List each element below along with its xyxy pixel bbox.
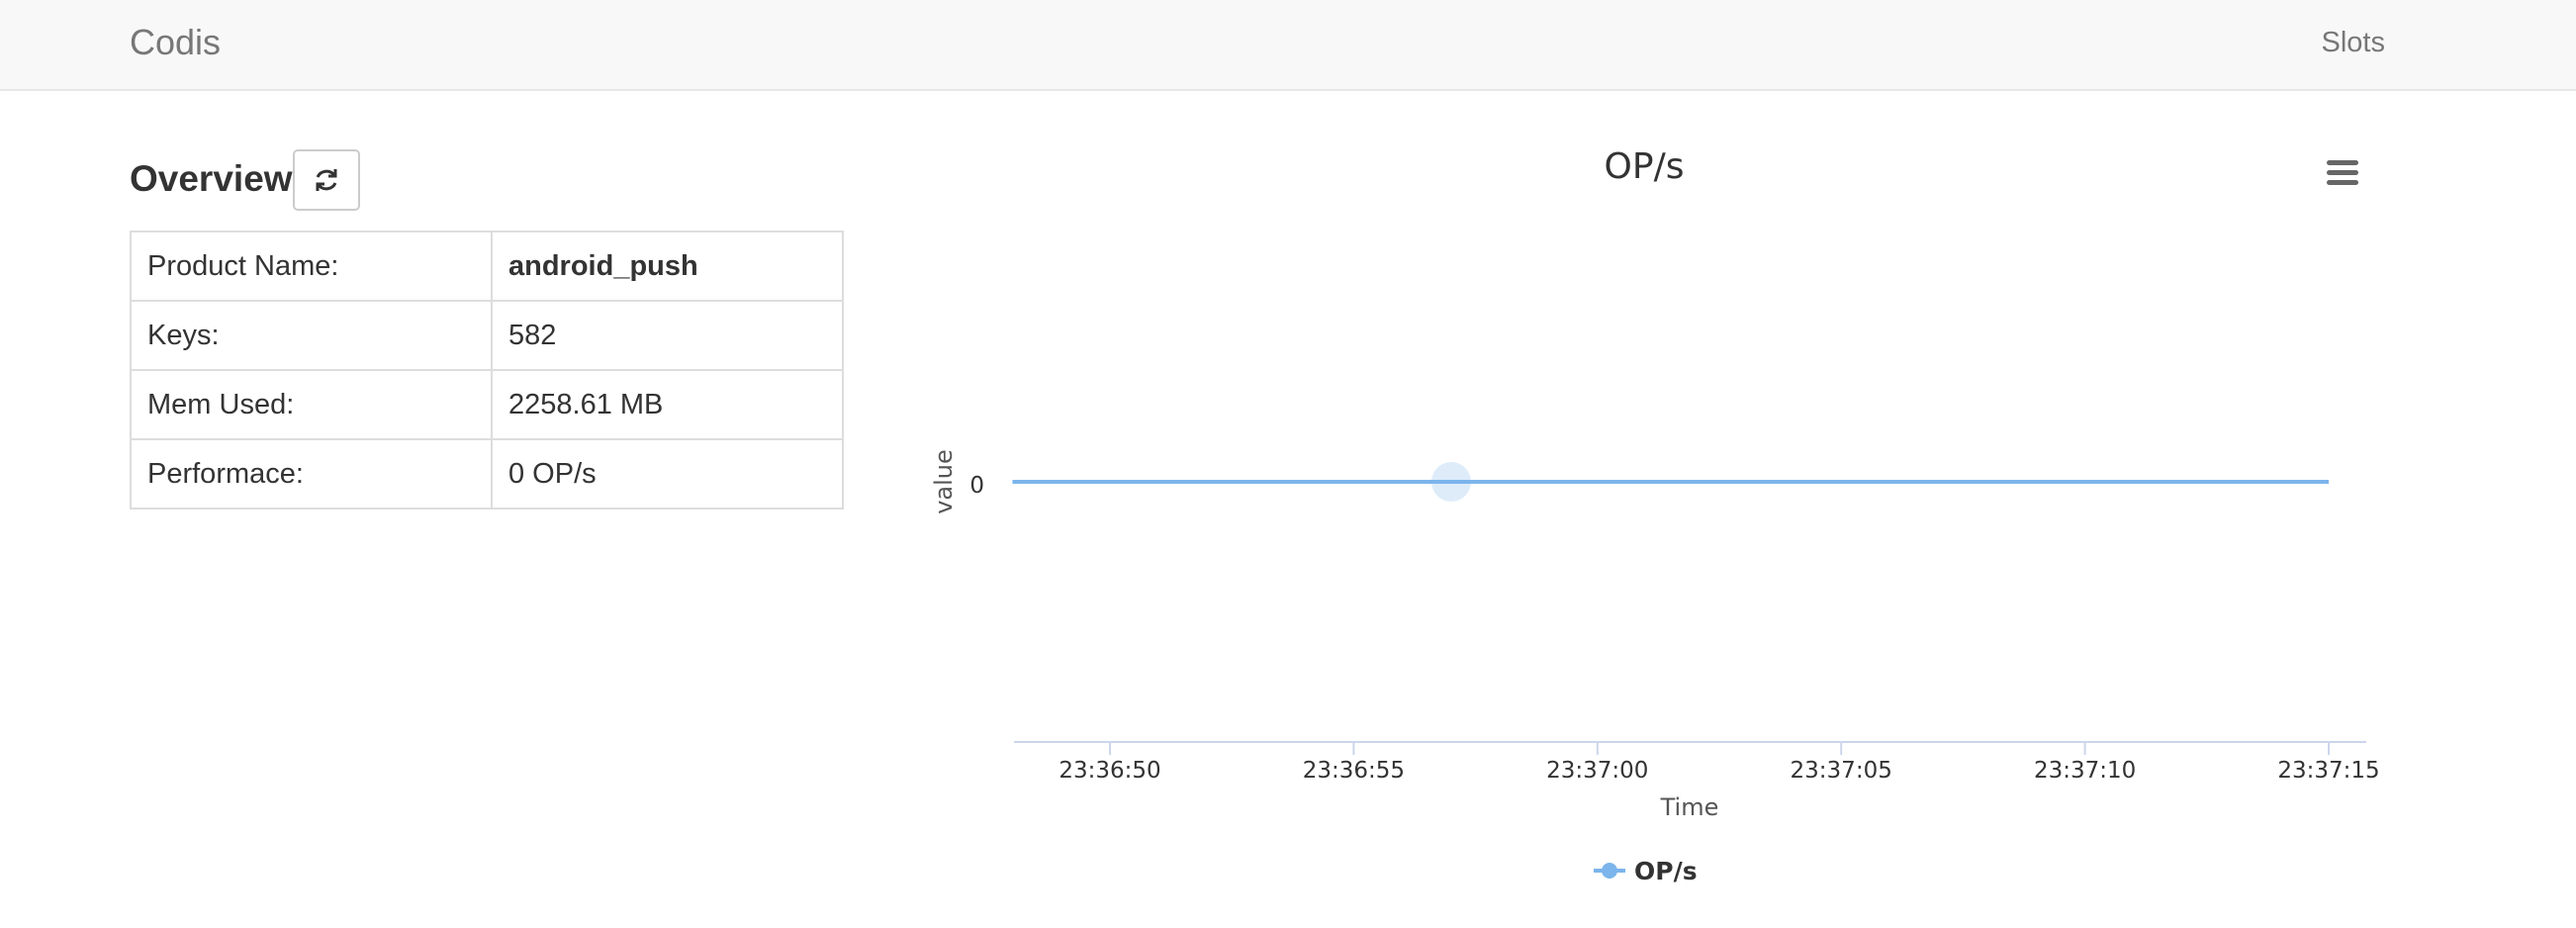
legend-marker-icon: [1602, 863, 1617, 879]
y-axis-title: value: [930, 449, 958, 514]
refresh-icon: [316, 169, 337, 191]
table-row: Performace: 0 OP/s: [130, 438, 844, 510]
overview-table: Product Name: android_push Keys: 582 Mem…: [130, 231, 844, 510]
product-name-label: Product Name:: [130, 231, 493, 302]
brand-link[interactable]: Codis: [130, 22, 221, 63]
product-name-value: android_push: [491, 231, 844, 302]
performance-value: 0 OP/s: [491, 438, 844, 510]
ops-chart: OP/s value 0 23:36:50 23:36:55 23:37:00 23:…: [930, 146, 2380, 885]
x-tick-label: 23:37:15: [2277, 758, 2379, 784]
x-tick-label: 23:36:55: [1303, 758, 1405, 784]
nav-link-slots[interactable]: Slots: [2322, 27, 2385, 59]
performance-label: Performace:: [130, 438, 493, 510]
x-tick-label: 23:36:50: [1058, 758, 1160, 784]
keys-label: Keys:: [130, 300, 493, 371]
legend-item-ops[interactable]: OP/s: [1594, 857, 1698, 885]
x-axis-title: Time: [1660, 793, 1719, 821]
x-tick-label: 23:37:10: [2034, 758, 2136, 784]
table-row: Mem Used: 2258.61 MB: [130, 369, 844, 440]
refresh-button[interactable]: [293, 149, 360, 211]
mem-used-label: Mem Used:: [130, 369, 493, 440]
hover-marker: [1430, 462, 1471, 502]
x-tick-label: 23:37:05: [1791, 758, 1892, 784]
mem-used-value: 2258.61 MB: [491, 369, 844, 440]
table-row: Product Name: android_push: [130, 231, 844, 302]
y-tick-label: 0: [969, 473, 984, 499]
x-tick-label: 23:37:00: [1546, 758, 1648, 784]
chart-menu-button[interactable]: [2320, 154, 2365, 194]
keys-value: 582: [491, 300, 844, 371]
legend-label: OP/s: [1634, 857, 1698, 885]
hamburger-menu-icon: [2327, 160, 2358, 185]
overview-title: Overview: [130, 158, 293, 199]
x-ticks: 23:36:50 23:36:55 23:37:00 23:37:05 23:37:10…: [1058, 742, 2380, 784]
chart-title: OP/s: [1605, 146, 1685, 187]
navbar: Codis Slots: [0, 0, 2576, 91]
table-row: Keys: 582: [130, 300, 844, 371]
